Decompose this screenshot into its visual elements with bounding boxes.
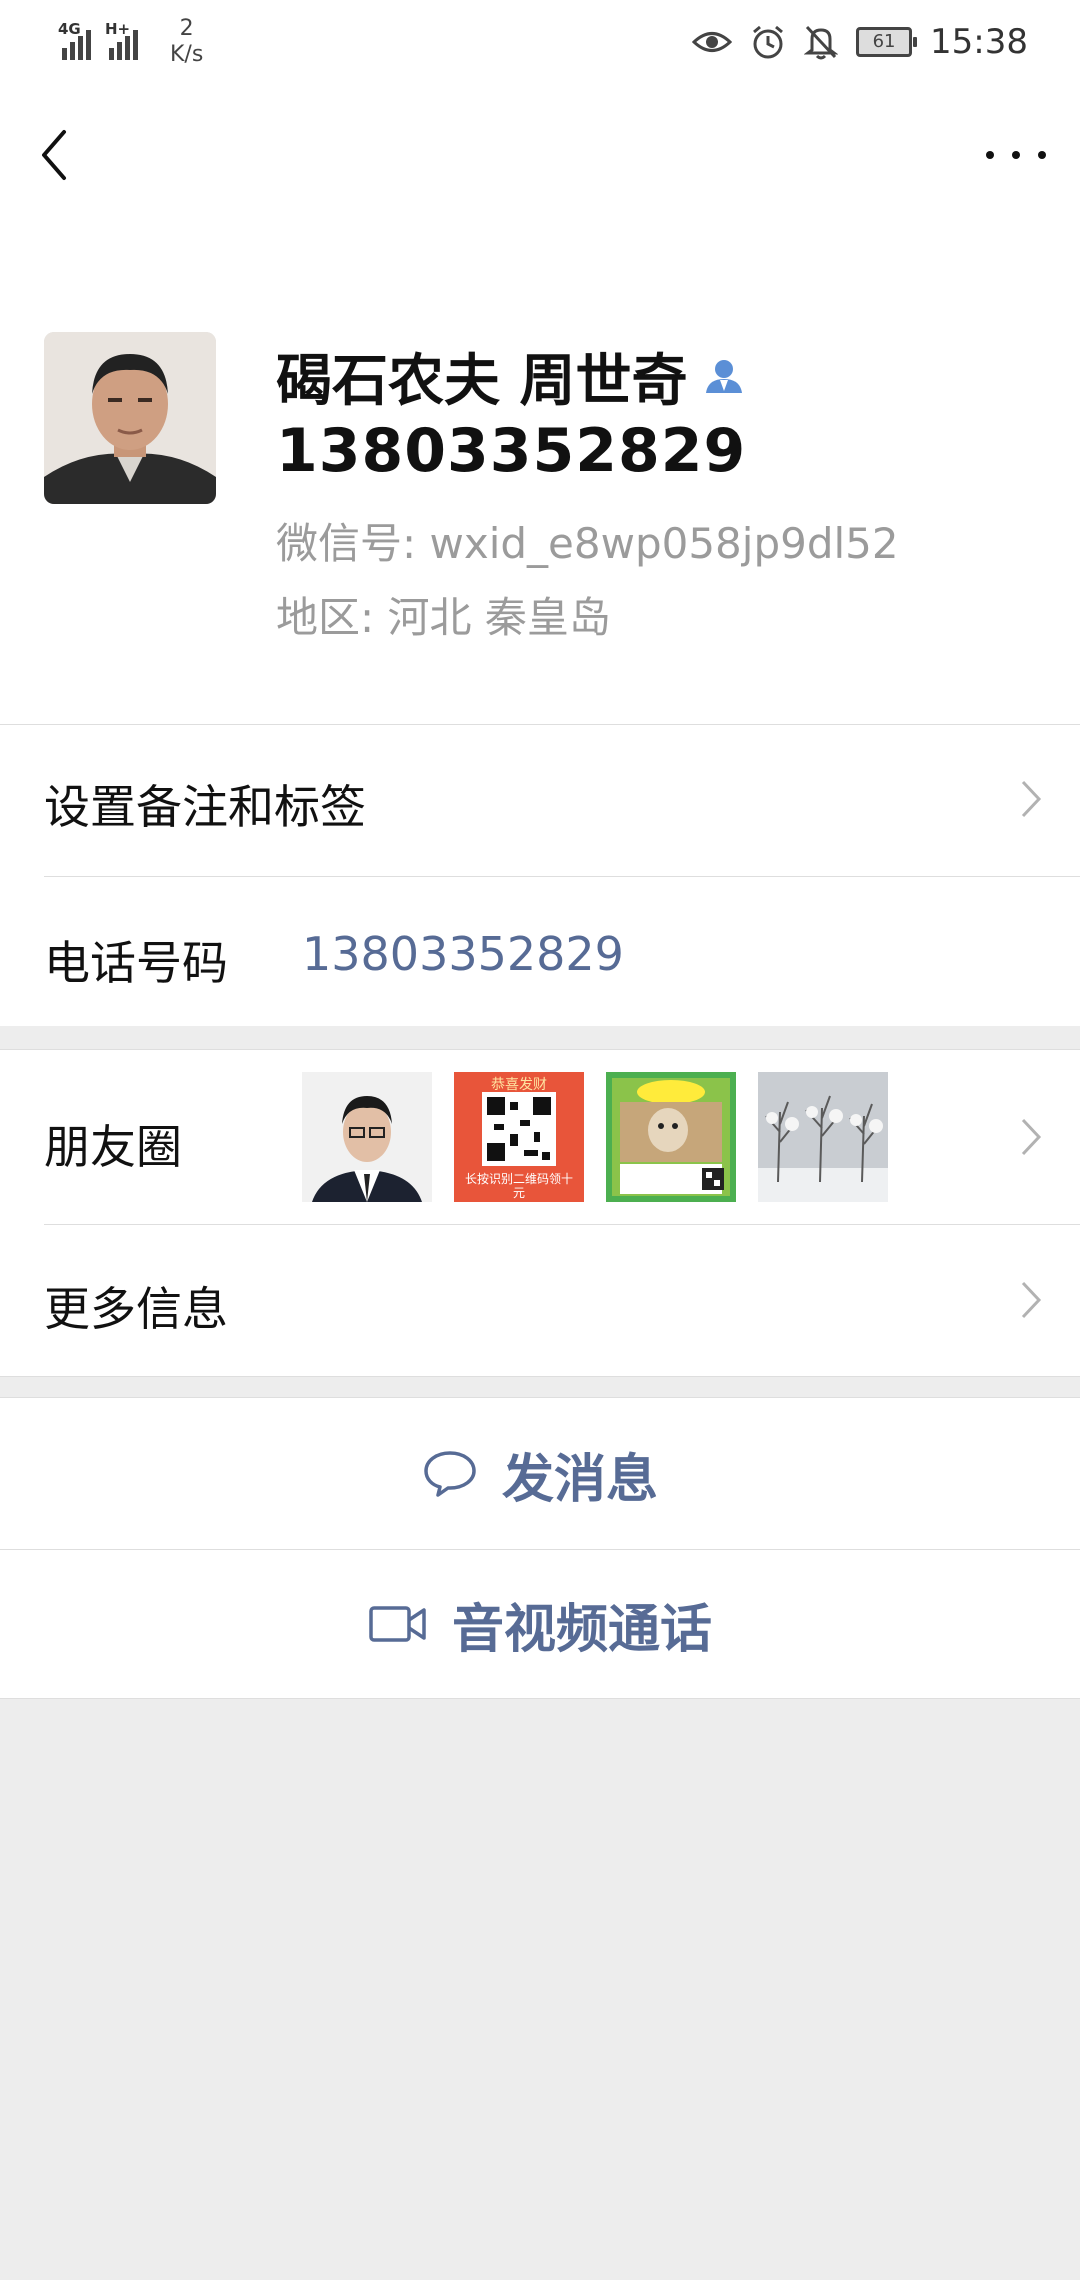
video-call-button[interactable]: 音视频通话 — [0, 1550, 1080, 1698]
network-type-2: H+ — [105, 20, 131, 38]
alarm-icon — [753, 25, 783, 59]
video-camera-icon — [369, 1606, 426, 1642]
more-options-icon[interactable] — [986, 130, 1046, 180]
eye-icon — [692, 32, 733, 52]
divider — [0, 1698, 1080, 1699]
signal-icon: 4G — [58, 16, 91, 60]
wechat-id: 微信号: wxid_e8wp058jp9dl52 — [276, 519, 899, 568]
moments-label: 朋友圈 — [44, 1120, 182, 1174]
network-speed: 2 K/s — [170, 16, 204, 67]
moments-thumb-poster[interactable] — [606, 1072, 736, 1202]
moments-thumb-qr-card[interactable]: 恭喜发财 长按识别二维码领十元 — [454, 1072, 584, 1202]
back-arrow-icon[interactable] — [30, 120, 80, 190]
divider — [0, 1049, 1080, 1050]
divider — [0, 1397, 1080, 1398]
contact-phone-number: 13803352829 — [276, 416, 747, 486]
set-remark-row[interactable]: 设置备注和标签 — [0, 725, 1080, 875]
moments-thumbnails[interactable]: 恭喜发财 长按识别二维码领十元 — [302, 1072, 888, 1202]
status-bar: 4G H+ 2 K/s 61 15:38 — [0, 0, 1080, 90]
contact-name: 碣石农夫 周世奇 — [276, 349, 688, 414]
chevron-right-icon — [1021, 1118, 1042, 1156]
chevron-right-icon — [1021, 780, 1042, 818]
send-message-button[interactable]: 发消息 — [0, 1399, 1080, 1549]
qr-card-bottom-text: 长按识别二维码领十元 — [464, 1172, 573, 1200]
phone-row[interactable]: 电话号码 13803352829 — [0, 877, 1080, 1025]
signal-icon-2: H+ — [105, 16, 138, 60]
battery-icon: 61 — [856, 27, 918, 57]
more-info-row[interactable]: 更多信息 — [0, 1225, 1080, 1375]
divider — [0, 1376, 1080, 1377]
network-type-1: 4G — [58, 20, 81, 38]
phone-label: 电话号码 — [44, 936, 228, 990]
mute-bell-icon — [804, 25, 839, 60]
video-call-label: 音视频通话 — [451, 1599, 712, 1660]
set-remark-label: 设置备注和标签 — [44, 780, 366, 834]
chevron-right-icon — [1021, 1281, 1042, 1319]
region: 地区: 河北 秦皇岛 — [276, 593, 611, 642]
moments-thumb-portrait[interactable] — [302, 1072, 432, 1202]
avatar[interactable] — [44, 332, 216, 504]
person-icon — [705, 359, 742, 393]
moments-thumb-snow-trees[interactable] — [758, 1072, 888, 1202]
chat-bubble-icon — [424, 1451, 476, 1497]
clock: 15:38 — [930, 22, 1028, 62]
more-info-label: 更多信息 — [44, 1282, 228, 1336]
phone-value-link[interactable]: 13803352829 — [302, 927, 624, 981]
send-message-label: 发消息 — [501, 1449, 658, 1510]
